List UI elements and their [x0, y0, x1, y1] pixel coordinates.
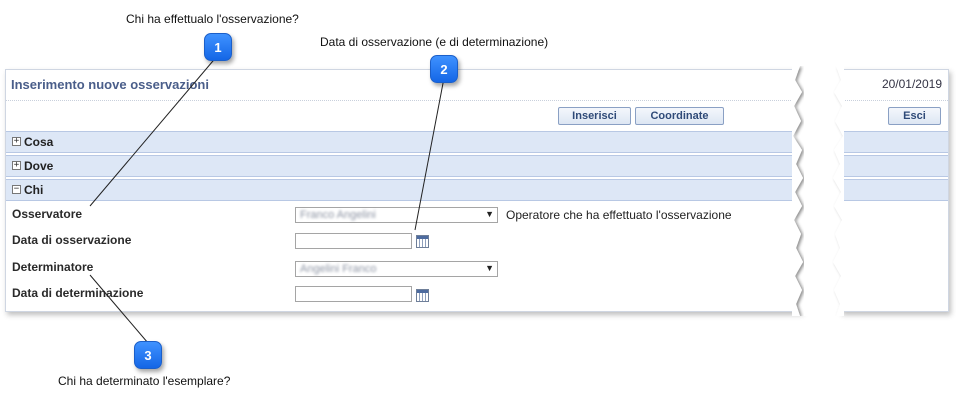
coordinates-button[interactable]: Coordinate	[635, 107, 724, 125]
calendar-icon[interactable]	[416, 235, 429, 248]
chevron-down-icon: ▼	[485, 209, 494, 219]
calendar-icon[interactable]	[416, 289, 429, 302]
right-panel: 20/01/2019 Esci	[840, 69, 949, 312]
expand-icon[interactable]: +	[12, 137, 21, 146]
determiner-label: Determinatore	[12, 260, 94, 274]
toolbar-right: Esci	[840, 101, 948, 130]
callout-2-text: Data di osservazione (e di determinazion…	[320, 35, 549, 49]
observer-value: Franco Angelini	[300, 209, 376, 221]
section-cosa[interactable]: + Cosa	[6, 131, 801, 153]
callout-1-text: Chi ha effettualo l'osservazione?	[126, 12, 299, 26]
date-display: 20/01/2019	[881, 77, 942, 91]
det-date-input[interactable]	[295, 286, 412, 302]
section-chi[interactable]: − Chi	[6, 179, 801, 201]
det-date-label: Data di determinazione	[12, 286, 144, 300]
section-chi-label: Chi	[24, 183, 44, 197]
section-cosa-label: Cosa	[24, 135, 54, 149]
callout-badge-3: 3	[134, 341, 162, 369]
section-bar-continuation	[840, 131, 948, 153]
chevron-down-icon: ▼	[485, 263, 494, 273]
header-row: Inserimento nuove osservazioni	[6, 70, 801, 101]
toolbar: Inserisci Coordinate	[6, 101, 801, 130]
section-dove-label: Dove	[24, 159, 54, 173]
page-title: Inserimento nuove osservazioni	[11, 77, 209, 92]
callout-3-text: Chi ha determinato l'esemplare?	[58, 374, 231, 388]
collapse-icon[interactable]: −	[12, 185, 21, 194]
section-bar-continuation	[840, 155, 948, 177]
determiner-value: Angelini Franco	[300, 263, 377, 275]
observer-label: Osservatore	[12, 207, 83, 221]
torn-edge-divider	[792, 66, 844, 316]
observer-select[interactable]: Franco Angelini ▼	[295, 207, 498, 223]
callout-badge-2: 2	[430, 55, 458, 83]
exit-button[interactable]: Esci	[888, 107, 941, 125]
determiner-select[interactable]: Angelini Franco ▼	[295, 261, 498, 277]
obs-date-label: Data di osservazione	[12, 233, 132, 247]
observer-hint: Operatore che ha effettuato l'osservazio…	[506, 208, 732, 222]
obs-date-input[interactable]	[295, 233, 412, 249]
section-dove[interactable]: + Dove	[6, 155, 801, 177]
section-bar-continuation	[840, 179, 948, 201]
header-row-right: 20/01/2019	[840, 70, 948, 101]
insert-button[interactable]: Inserisci	[558, 107, 631, 125]
main-panel: Inserimento nuove osservazioni Inserisci…	[5, 69, 801, 312]
callout-badge-1: 1	[204, 33, 232, 61]
expand-icon[interactable]: +	[12, 161, 21, 170]
